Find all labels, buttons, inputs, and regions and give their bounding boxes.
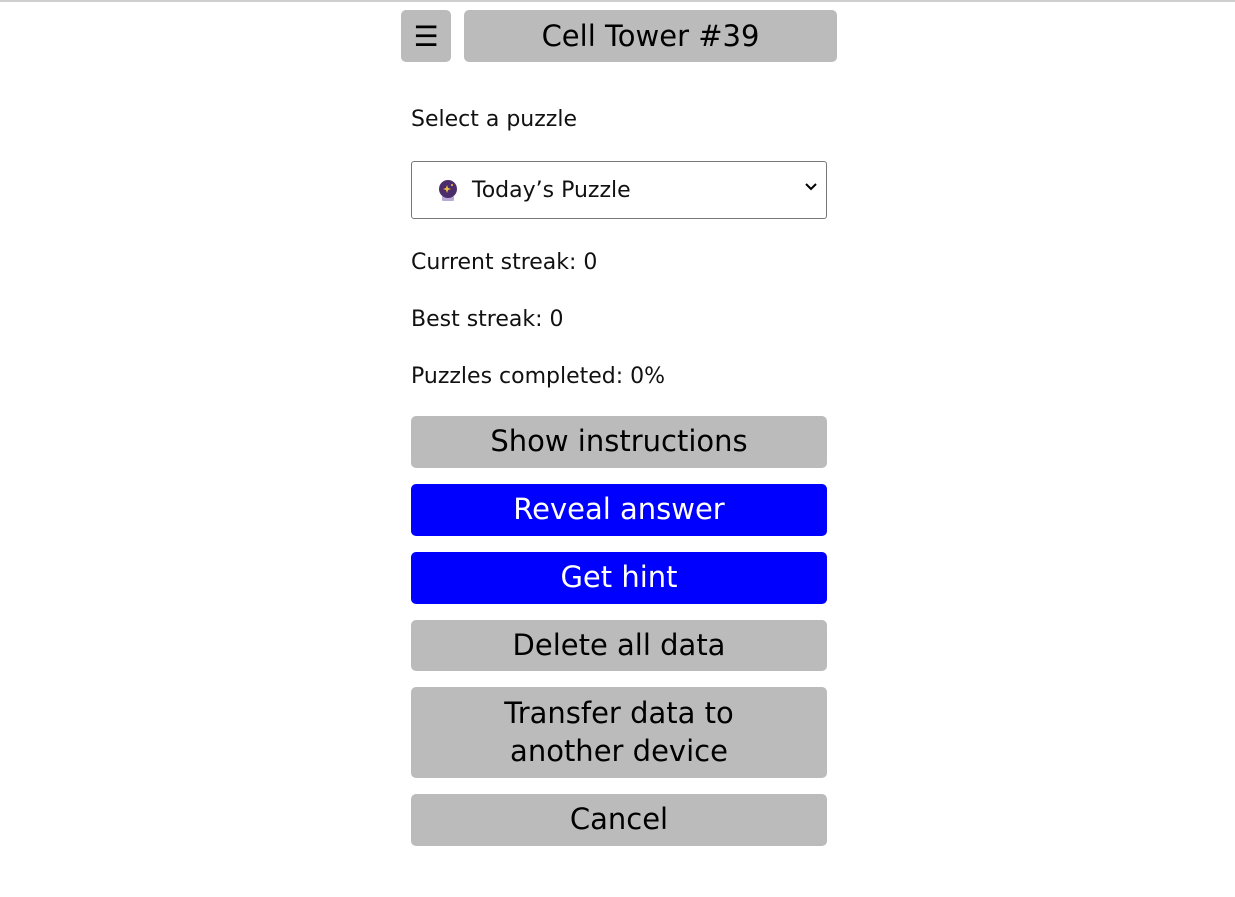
menu-button[interactable]: ☰	[401, 10, 451, 62]
reveal-answer-button[interactable]: Reveal answer	[411, 484, 827, 536]
transfer-data-button[interactable]: Transfer data to another device	[411, 687, 827, 778]
puzzle-select[interactable]: Today’s Puzzle	[411, 161, 827, 219]
puzzle-title-text: Cell Tower #39	[541, 19, 760, 53]
show-instructions-button[interactable]: Show instructions	[411, 416, 827, 468]
top-bar: ☰ Cell Tower #39	[401, 10, 837, 62]
crystal-ball-icon	[439, 180, 457, 201]
cancel-button[interactable]: Cancel	[411, 794, 827, 846]
chevron-down-icon	[805, 183, 817, 191]
puzzle-title[interactable]: Cell Tower #39	[464, 10, 837, 62]
current-streak: Current streak: 0	[411, 250, 598, 275]
puzzle-select-value: Today’s Puzzle	[472, 177, 631, 203]
hamburger-icon: ☰	[413, 19, 439, 53]
delete-all-data-button[interactable]: Delete all data	[411, 620, 827, 671]
puzzles-completed: Puzzles completed: 0%	[411, 364, 666, 389]
best-streak: Best streak: 0	[411, 307, 564, 332]
get-hint-button[interactable]: Get hint	[411, 552, 827, 604]
select-puzzle-label: Select a puzzle	[411, 107, 577, 132]
